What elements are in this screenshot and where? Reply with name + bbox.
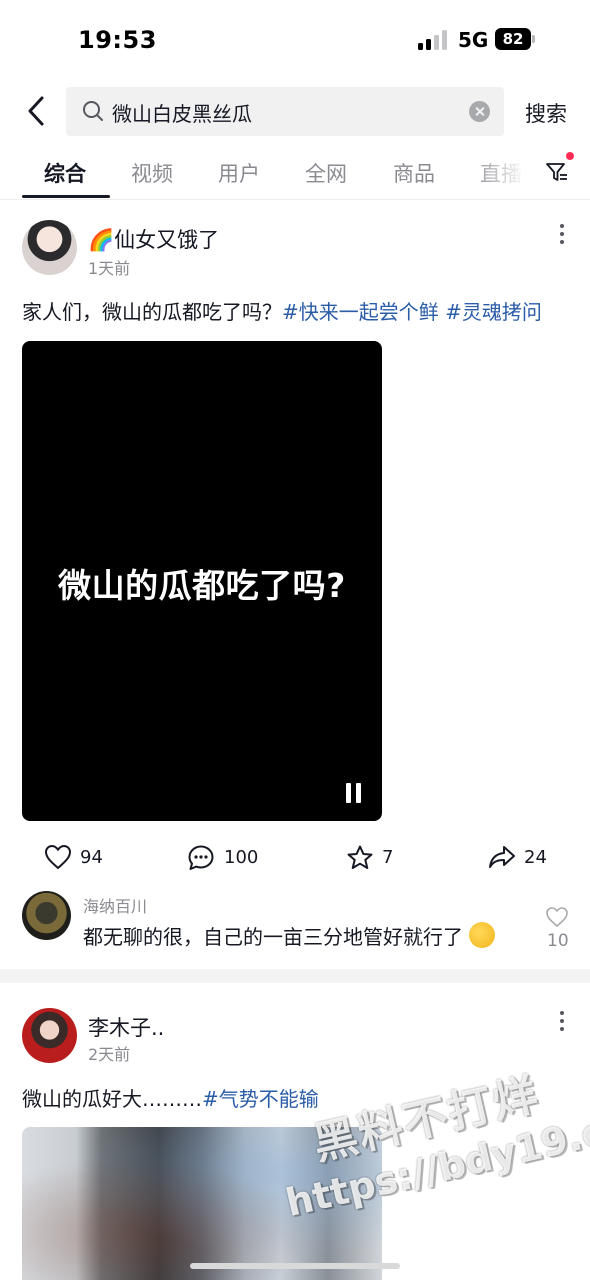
comment-username[interactable]: 海纳百川 [83, 893, 147, 917]
tab-products[interactable]: 商品 [393, 158, 435, 188]
chevron-left-icon [28, 96, 44, 126]
post-text: 微山的瓜好大……… [22, 1087, 202, 1111]
thinking-emoji-icon [469, 922, 496, 948]
notification-dot [566, 152, 574, 160]
signal-icon [418, 30, 450, 50]
share-button[interactable]: 24 [488, 843, 548, 873]
comment-text: 都无聊的很，自己的一亩三分地管好就行了 [83, 921, 496, 950]
hashtag-link[interactable]: #气势不能输 [202, 1087, 319, 1111]
like-count: 94 [80, 847, 103, 868]
post-username[interactable]: 李木子.. [88, 1012, 164, 1042]
tab-video[interactable]: 视频 [131, 158, 173, 188]
comment-like-count: 10 [547, 931, 569, 951]
clear-icon[interactable] [469, 101, 490, 122]
network-type: 5G [458, 28, 489, 52]
search-query: 微山白皮黑丝瓜 [112, 102, 252, 126]
comment-button[interactable]: 100 [187, 843, 267, 873]
post-username[interactable]: 🌈仙女又饿了 [88, 224, 219, 254]
status-bar: 19:53 5G 82 [0, 0, 590, 80]
comment-body: 都无聊的很，自己的一亩三分地管好就行了 [83, 925, 463, 949]
search-input[interactable]: 微山白皮黑丝瓜 [66, 87, 504, 136]
status-time: 19:53 [78, 26, 157, 54]
post-time: 1天前 [88, 259, 131, 278]
search-header: 微山白皮黑丝瓜 搜索 [0, 80, 590, 142]
favorite-count: 7 [382, 847, 394, 868]
active-tab-indicator [22, 195, 110, 198]
more-options-icon[interactable] [560, 224, 566, 246]
post-caption: 微山的瓜好大………#气势不能输 [22, 1083, 319, 1112]
share-count: 24 [524, 847, 547, 868]
back-button[interactable] [22, 92, 52, 130]
post-caption: 家人们，微山的瓜都吃了吗？#快来一起尝个鲜 #灵魂拷问 [22, 296, 542, 325]
post-text: 家人们，微山的瓜都吃了吗？ [22, 300, 282, 324]
tab-web[interactable]: 全网 [305, 158, 347, 188]
search-button[interactable]: 搜索 [525, 98, 567, 128]
hashtag-link[interactable]: #灵魂拷问 [445, 300, 542, 324]
battery-level: 82 [495, 28, 531, 50]
search-icon [83, 101, 103, 121]
comment-heart-icon[interactable] [545, 906, 569, 928]
favorite-button[interactable]: 7 [346, 843, 396, 873]
comment-icon [188, 845, 214, 870]
comment-count: 100 [224, 847, 259, 868]
tab-all[interactable]: 综合 [44, 158, 86, 188]
video-caption: 微山的瓜都吃了吗? [58, 566, 346, 605]
filter-icon[interactable] [545, 160, 569, 184]
tab-users[interactable]: 用户 [218, 158, 260, 188]
battery-icon: 82 [495, 28, 535, 50]
post-image[interactable] [22, 1127, 382, 1280]
avatar[interactable] [22, 220, 77, 275]
hashtag-link[interactable]: #快来一起尝个鲜 [282, 300, 439, 324]
post-time: 2天前 [88, 1045, 131, 1064]
heart-icon [45, 845, 71, 869]
commenter-avatar[interactable] [22, 891, 71, 940]
tabs-fade [470, 142, 540, 198]
star-icon [347, 845, 373, 869]
home-indicator [190, 1263, 400, 1269]
more-options-icon[interactable] [560, 1011, 566, 1033]
like-button[interactable]: 94 [44, 843, 114, 873]
video-player[interactable]: 微山的瓜都吃了吗? [22, 341, 382, 821]
share-icon [489, 846, 515, 868]
search-tabs: 综合 视频 用户 全网 商品 直播 [0, 142, 590, 200]
avatar[interactable] [22, 1008, 77, 1063]
pause-icon[interactable] [344, 783, 364, 805]
post-divider [0, 969, 590, 983]
